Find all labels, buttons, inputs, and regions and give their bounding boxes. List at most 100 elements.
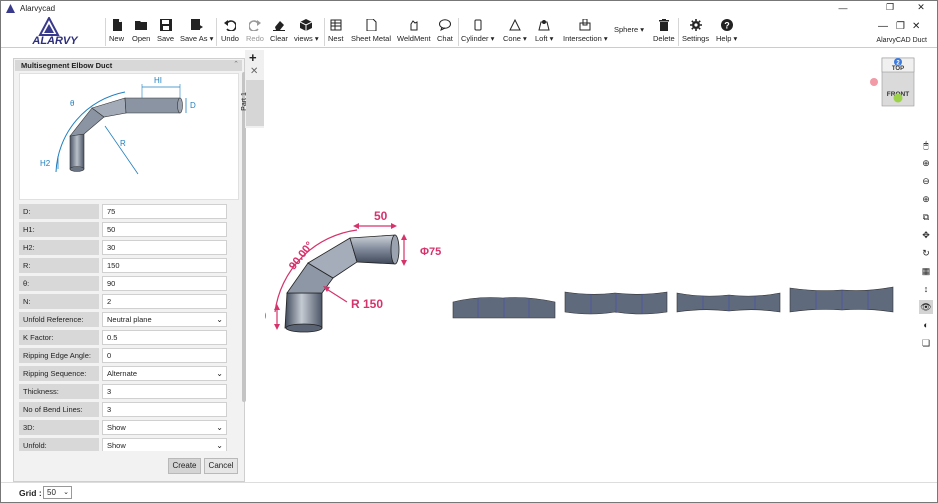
unfold-pattern-4[interactable] — [789, 286, 894, 313]
restore-button[interactable]: ❐ — [877, 0, 903, 15]
ribbon-minimize-button[interactable]: — — [878, 21, 888, 32]
k-factor-input[interactable]: 0.5 — [102, 330, 227, 345]
field-row-k-factor: K Factor: 0.5 — [19, 330, 241, 345]
ribbon-restore-button[interactable]: ❐ — [896, 21, 905, 32]
field-label: 3D: — [19, 420, 99, 435]
grid-size-select[interactable]: 50 ⌄ — [43, 486, 72, 499]
new-button[interactable]: New — [109, 19, 124, 47]
redo-button[interactable]: Redo — [246, 19, 264, 47]
clear-button[interactable]: Clear — [270, 19, 288, 47]
unfold-pattern-1[interactable] — [452, 297, 556, 319]
pan-icon[interactable]: ✥ — [919, 228, 933, 242]
layers-icon[interactable]: ❏ — [919, 336, 933, 350]
h1-input[interactable]: 50 — [102, 222, 227, 237]
zoom-fit-icon[interactable]: ⊕ — [919, 192, 933, 206]
contrast-icon[interactable]: ◐ — [919, 318, 933, 332]
loft-icon — [538, 20, 550, 31]
ribbon-close-button[interactable]: ✕ — [912, 21, 920, 32]
field-label: No of Bend Lines: — [19, 402, 99, 417]
panel-title: Multisegment Elbow Duct — [21, 61, 113, 70]
open-button[interactable]: Open — [132, 19, 150, 47]
field-row-unfold: Unfold: Show ⌄ — [19, 438, 241, 451]
help-button[interactable]: ? Help ▾ — [716, 19, 737, 47]
close-tab-button[interactable]: ✕ — [250, 66, 258, 77]
add-tab-button[interactable]: + — [249, 50, 257, 65]
vertical-arrow-icon[interactable]: ↕ — [919, 282, 933, 296]
views-button[interactable]: views ▾ — [294, 19, 319, 47]
save-as-icon — [190, 19, 203, 30]
undo-button[interactable]: Undo — [221, 19, 239, 47]
ripping-sequence-select[interactable]: Alternate ⌄ — [102, 366, 227, 381]
n-input[interactable]: 2 — [102, 294, 227, 309]
field-row-unfold-reference: Unfold Reference: Neutral plane ⌄ — [19, 312, 241, 327]
viewcube-front-marker[interactable] — [893, 93, 903, 103]
field-row-ripping-sequence: Ripping Sequence: Alternate ⌄ — [19, 366, 241, 381]
cylinder-button[interactable]: Cylinder ▾ — [461, 19, 494, 47]
folder-icon — [135, 21, 148, 30]
field-label: R: — [19, 258, 99, 273]
r-input[interactable]: 150 — [102, 258, 227, 273]
save-button[interactable]: Save — [157, 19, 174, 47]
save-as-button[interactable]: Save As ▾ — [180, 19, 213, 47]
ripping-edge-angle-input[interactable]: 0 — [102, 348, 227, 363]
unfold-select[interactable]: Show ⌄ — [102, 438, 227, 451]
elbow-diagram: HI D θ R H2 — [19, 73, 239, 200]
loft-button[interactable]: Loft ▾ — [535, 19, 553, 47]
field-label: Unfold Reference: — [19, 312, 99, 327]
field-row-ripping-edge-angle: Ripping Edge Angle: 0 — [19, 348, 241, 363]
ribbon-toolbar: ALARVY New Open Save Save As ▾ Undo Redo… — [1, 16, 937, 48]
cancel-button[interactable]: Cancel — [204, 458, 238, 474]
viewcube-top-label[interactable]: TOP — [892, 66, 904, 72]
bend-lines-input[interactable]: 3 — [102, 402, 227, 417]
minimize-button[interactable]: — — [830, 0, 856, 15]
dim-radius-label: R 150 — [351, 297, 383, 311]
new-file-icon — [112, 19, 122, 31]
3d-viewport[interactable]: 50 Φ75 90.00° R 150 30 — [253, 50, 927, 480]
weldment-button[interactable]: WeldMent — [397, 19, 431, 47]
field-label: K Factor: — [19, 330, 99, 345]
select-value: Show — [107, 423, 126, 432]
theta-input[interactable]: 90 — [102, 276, 227, 291]
close-button[interactable]: ✕ — [908, 0, 934, 15]
thickness-input[interactable]: 3 — [102, 384, 227, 399]
trash-icon — [658, 19, 669, 31]
delete-button[interactable]: Delete — [653, 19, 675, 47]
diagram-label-d: D — [190, 101, 196, 110]
zoom-out-icon[interactable]: ⊖ — [919, 174, 933, 188]
grid-icon[interactable]: ▦ — [919, 264, 933, 278]
nest-button[interactable]: Nest — [328, 19, 343, 47]
viewcube-left-marker[interactable] — [870, 78, 878, 86]
undo-icon — [223, 20, 236, 31]
h2-input[interactable]: 30 — [102, 240, 227, 255]
tab-label: Part 1 — [240, 92, 248, 111]
create-button[interactable]: Create — [168, 458, 201, 474]
unfold-reference-select[interactable]: Neutral plane ⌄ — [102, 312, 227, 327]
unfold-pattern-2[interactable] — [564, 291, 668, 315]
pin-icon[interactable]: ⌃ — [233, 60, 239, 68]
view-cube[interactable]: TOP FRONT 2 — [870, 57, 927, 107]
chat-button[interactable]: Chat — [437, 19, 453, 47]
settings-button[interactable]: Settings — [682, 19, 709, 47]
help-icon: ? — [720, 19, 733, 31]
eye-icon[interactable]: 👁 — [919, 300, 933, 314]
select-value: Alternate — [107, 369, 138, 378]
chevron-down-icon: ⌄ — [216, 441, 223, 450]
model-canvas[interactable]: 50 Φ75 90.00° R 150 30 — [253, 50, 927, 480]
rotate-icon[interactable]: ↻ — [919, 246, 933, 260]
dim-diameter-label: Φ75 — [420, 246, 441, 258]
chevron-down-icon: ⌄ — [216, 423, 223, 432]
d-input[interactable]: 75 — [102, 204, 227, 219]
sphere-button[interactable]: Sphere ▾ — [614, 22, 644, 50]
sheet-metal-button[interactable]: Sheet Metal — [351, 19, 391, 47]
mouse-icon[interactable]: 🖱 — [919, 138, 933, 152]
zoom-window-icon[interactable]: ⧉ — [919, 210, 933, 224]
tab-part-1[interactable]: Part 1 — [241, 80, 264, 126]
field-label: Unfold: — [19, 438, 99, 451]
cone-button[interactable]: Cone ▾ — [503, 19, 527, 47]
zoom-in-icon[interactable]: ⊕ — [919, 156, 933, 170]
intersection-button[interactable]: Intersection ▾ — [563, 19, 608, 47]
unfold-pattern-3[interactable] — [676, 292, 781, 313]
field-row-3d: 3D: Show ⌄ — [19, 420, 241, 435]
chat-bubble-icon — [438, 19, 451, 31]
3d-select[interactable]: Show ⌄ — [102, 420, 227, 435]
